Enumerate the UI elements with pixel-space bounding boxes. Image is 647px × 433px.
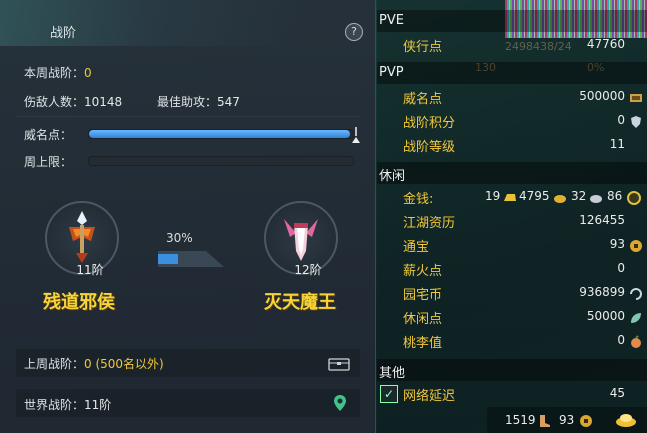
row-prestige: 威名点 500000 xyxy=(377,85,647,109)
world-rank-label: 世界战阶： xyxy=(24,398,85,412)
prestige-marker-icon xyxy=(352,127,360,145)
kills-row: 伤敌人数：10148 xyxy=(24,93,122,110)
money-silver: 4795 xyxy=(519,189,550,203)
rank-score-label: 战阶积分 xyxy=(403,116,456,131)
swirl-icon xyxy=(629,286,643,300)
gold-ingot-shop-icon[interactable] xyxy=(615,409,637,429)
pvp-section-header: PVP xyxy=(377,62,647,84)
housing-coin-value: 936899 xyxy=(579,285,625,299)
leisure-points-value: 50000 xyxy=(586,309,625,323)
current-rank-level: 11阶 xyxy=(76,263,104,277)
divider xyxy=(16,116,360,117)
row-seniority: 江湖资历 126455 xyxy=(377,209,647,233)
latency-label: 网络延迟 xyxy=(403,389,456,404)
kills-value: 10148 xyxy=(84,95,123,109)
xiaxing-label: 侠行点 xyxy=(403,40,443,55)
location-pin-icon[interactable] xyxy=(333,394,347,412)
rank-progress-arrow xyxy=(158,251,224,267)
last-week-rank-value: 0 (500名以外) xyxy=(84,357,164,371)
last-week-rank-label: 上周战阶： xyxy=(24,357,85,371)
leisure-section-header: 休闲 xyxy=(377,162,647,184)
prestige-bar-fill xyxy=(89,130,351,138)
tongbao-label: 通宝 xyxy=(403,240,430,255)
leisure-points-label: 休闲点 xyxy=(403,312,443,327)
weekly-cap-label: 周上限： xyxy=(24,155,73,169)
seniority-label: 江湖资历 xyxy=(403,216,456,231)
assists-label: 最佳助攻： xyxy=(157,95,218,109)
row-rank-score: 战阶积分 0 xyxy=(377,109,647,133)
xinhuo-label: 薪火点 xyxy=(403,264,443,279)
bottom-points: 1519 xyxy=(505,413,536,427)
weekly-rank-label: 本周战阶： xyxy=(24,66,85,80)
boot-icon xyxy=(537,413,551,427)
prestige-icon xyxy=(629,90,643,104)
rank-level-label: 战阶等级 xyxy=(403,140,456,155)
battle-rank-panel: 战阶 ? 本周战阶：0 伤敌人数：10148 最佳助攻：547 威名点： 周上限… xyxy=(0,0,376,433)
shield-icon xyxy=(629,114,643,128)
prestige-label: 威名点： xyxy=(24,128,73,142)
world-rank: 世界战阶：11阶 xyxy=(24,396,111,413)
current-rank-name: 残道邪侯 xyxy=(43,292,115,313)
row-rank-level: 战阶等级 11 xyxy=(377,133,647,157)
leaf-icon xyxy=(629,310,643,324)
xiaxing-value: 47760 xyxy=(586,37,625,51)
latency-value: 45 xyxy=(609,386,625,400)
currency-panel: 2498438/24 130 0% PVE 侠行点 47760 PVP 威名点 … xyxy=(377,0,647,433)
bottom-currency-bar: 1519 93 xyxy=(487,407,647,433)
row-latency: ✓ 网络延迟 45 xyxy=(377,382,647,406)
assists-value: 547 xyxy=(217,95,240,109)
tongbao-value: 93 xyxy=(609,237,625,251)
coin-icon xyxy=(627,190,641,205)
prestige-row-label: 威名点 xyxy=(403,92,443,107)
row-housing-coin: 园宅币 936899 xyxy=(377,281,647,305)
prestige-bar xyxy=(88,129,354,139)
panel-title: 战阶 xyxy=(50,26,77,41)
next-rank-name: 灭天魔王 xyxy=(264,292,336,313)
money-other: 86 xyxy=(607,189,623,203)
peach-icon xyxy=(629,334,643,348)
rank-score-value: 0 xyxy=(617,113,625,127)
weekly-cap-bar xyxy=(88,156,354,166)
money-label: 金钱: xyxy=(403,192,434,207)
money-copper: 32 xyxy=(571,189,587,203)
leisure-header-label: 休闲 xyxy=(379,169,406,184)
kills-label: 伤敌人数： xyxy=(24,95,85,109)
tongbao-coin-icon xyxy=(629,238,643,252)
housing-coin-label: 园宅币 xyxy=(403,288,443,303)
rank-progress-percent: 30% xyxy=(166,231,193,245)
weekly-rank-row: 本周战阶：0 xyxy=(24,64,92,81)
rank-progress-fill xyxy=(158,254,178,264)
row-money: 金钱: 19 4795 32 86 xyxy=(377,185,647,209)
row-xinhuo: 薪火点 0 xyxy=(377,257,647,281)
prestige-row-value: 500000 xyxy=(579,89,625,103)
other-header-label: 其他 xyxy=(379,366,406,381)
seniority-value: 126455 xyxy=(579,213,625,227)
help-icon[interactable]: ? xyxy=(345,23,363,41)
assists-row: 最佳助攻：547 xyxy=(157,93,240,110)
pve-header-label: PVE xyxy=(379,13,404,28)
silver-ingot-icon xyxy=(553,190,567,204)
bottom-coin-icon xyxy=(579,413,593,427)
weekly-rank-value: 0 xyxy=(84,66,92,80)
next-rank-level: 12阶 xyxy=(294,263,322,277)
row-leisure-points: 休闲点 50000 xyxy=(377,305,647,329)
xinhuo-value: 0 xyxy=(617,261,625,275)
other-section-header: 其他 xyxy=(377,359,647,381)
bottom-coins: 93 xyxy=(559,413,575,427)
chest-icon[interactable] xyxy=(328,356,350,371)
money-gold: 19 xyxy=(485,189,501,203)
latency-checkbox[interactable]: ✓ xyxy=(380,385,398,403)
pvp-header-label: PVP xyxy=(379,65,404,80)
row-taoli: 桃李值 0 xyxy=(377,329,647,353)
taoli-label: 桃李值 xyxy=(403,336,443,351)
pve-section-header: PVE xyxy=(377,10,647,32)
row-xiaxing: 侠行点 47760 xyxy=(377,33,647,57)
last-week-rank: 上周战阶：0 (500名以外) xyxy=(24,355,164,372)
copper-ingot-icon xyxy=(589,190,603,204)
rank-level-value: 11 xyxy=(609,137,625,151)
taoli-value: 0 xyxy=(617,333,625,347)
world-rank-value: 11阶 xyxy=(84,398,112,412)
row-tongbao: 通宝 93 xyxy=(377,233,647,257)
gold-ingot-icon xyxy=(503,190,517,204)
